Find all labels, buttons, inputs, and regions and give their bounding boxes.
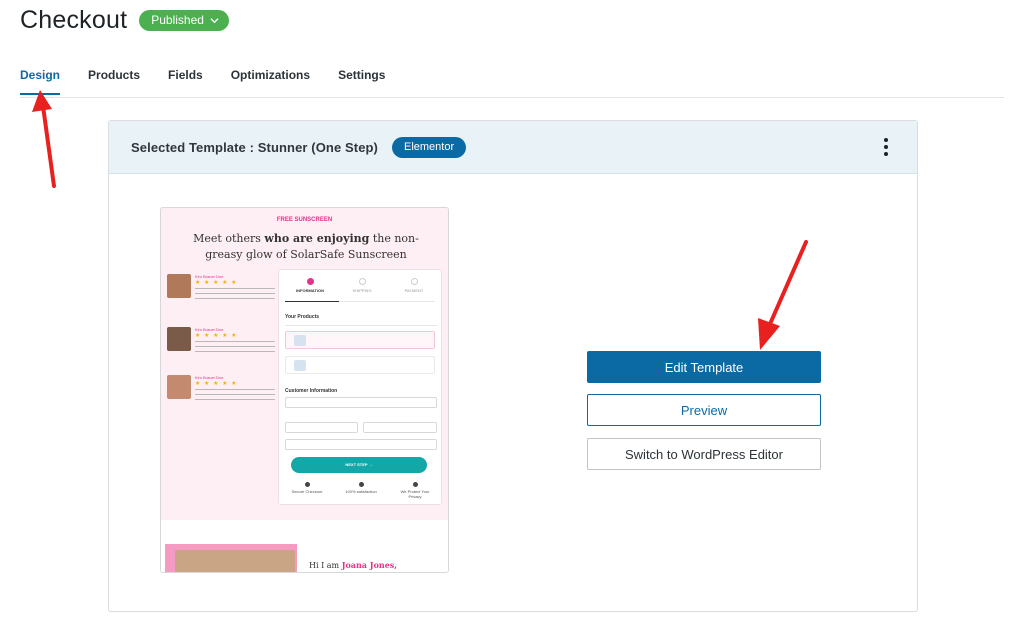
- tab-optimizations[interactable]: Optimizations: [231, 68, 310, 95]
- tabs-divider: [20, 97, 1004, 98]
- status-label: Published: [151, 13, 204, 27]
- annotation-arrow-icon: [32, 90, 56, 188]
- edit-template-button[interactable]: Edit Template: [587, 351, 821, 383]
- avatar: [167, 375, 191, 399]
- tab-settings[interactable]: Settings: [338, 68, 385, 95]
- template-card: Selected Template : Stunner (One Step) E…: [108, 120, 918, 612]
- tab-products[interactable]: Products: [88, 68, 140, 95]
- avatar: [167, 327, 191, 351]
- template-card-header: Selected Template : Stunner (One Step) E…: [109, 121, 917, 174]
- preview-checkout-form: INFORMATION SHIPPING PAYMENT Your Produc…: [278, 269, 442, 505]
- avatar: [167, 274, 191, 298]
- tab-fields[interactable]: Fields: [168, 68, 203, 95]
- chevron-down-icon: [210, 17, 219, 23]
- builder-badge: Elementor: [392, 136, 467, 158]
- page-header: Checkout Published: [20, 6, 229, 35]
- selected-template-label: Selected Template : Stunner (One Step): [131, 139, 378, 155]
- page-title: Checkout: [20, 6, 128, 34]
- tab-bar: Design Products Fields Optimizations Set…: [20, 68, 385, 95]
- preview-kicker: FREE SUNSCREEN: [276, 217, 333, 223]
- annotation-arrow-icon: [758, 240, 808, 350]
- preview-button[interactable]: Preview: [587, 394, 821, 426]
- preview-intro-text: Hi I am Joana Jones,: [309, 560, 398, 570]
- preview-photo: [165, 544, 297, 572]
- status-dropdown[interactable]: Published: [139, 10, 229, 31]
- preview-about-section: Hi I am Joana Jones,: [161, 520, 448, 572]
- switch-to-wordpress-editor-button[interactable]: Switch to WordPress Editor: [587, 438, 821, 470]
- more-options-icon[interactable]: [881, 138, 891, 156]
- preview-steps: INFORMATION SHIPPING PAYMENT: [285, 278, 435, 302]
- preview-headline: Meet others who are enjoying the non-gre…: [193, 232, 419, 261]
- template-preview-thumbnail[interactable]: FREE SUNSCREEN Meet others who are enjoy…: [160, 207, 449, 573]
- preview-hero: FREE SUNSCREEN Meet others who are enjoy…: [161, 208, 448, 520]
